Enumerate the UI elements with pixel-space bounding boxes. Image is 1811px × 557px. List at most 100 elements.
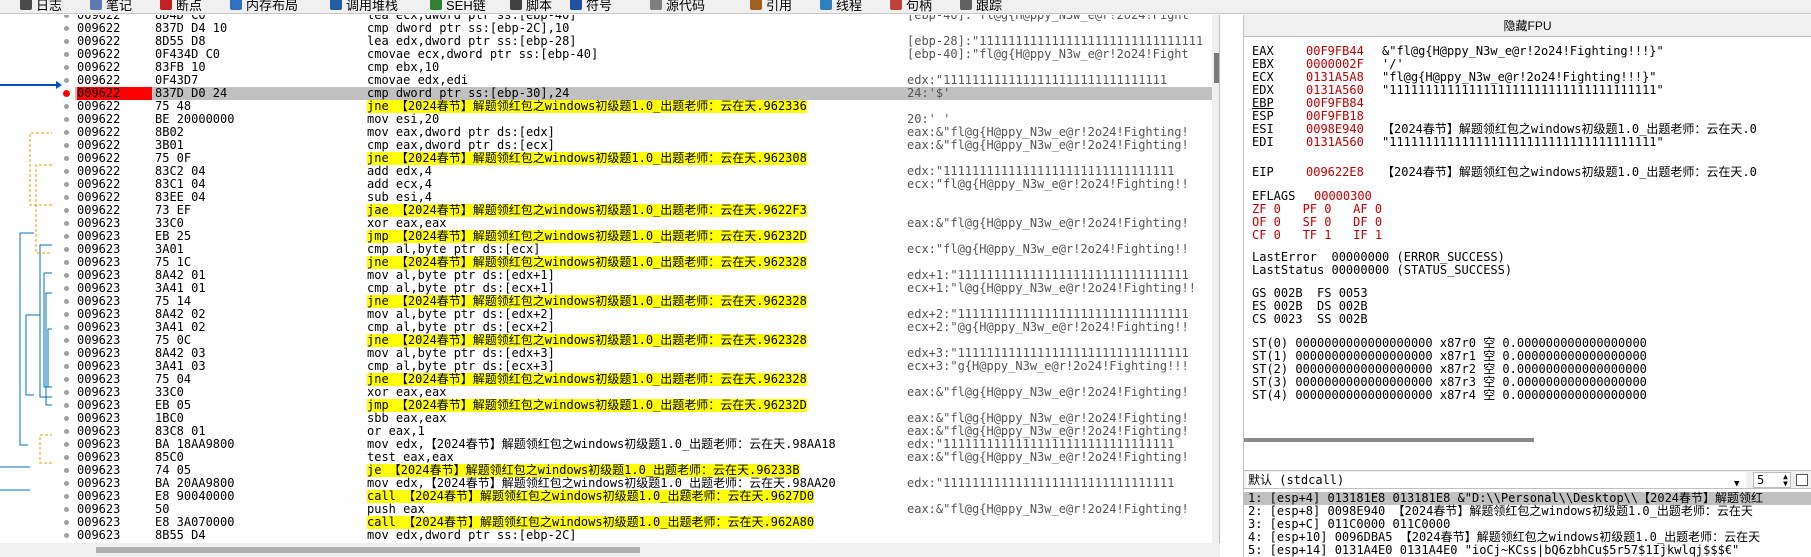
tab-10[interactable]: 线程 xyxy=(820,0,862,13)
register-row-eip[interactable]: EIP 009622E8 【2024春节】解题领红包之windows初级题1.0_出… xyxy=(1252,166,1757,179)
disasm-row[interactable]: 009622 8D55 D8 lea edx,dword ptr ss:[ebp-2… xyxy=(64,35,1219,48)
disasm-row[interactable]: 009623 83C8 01 or eax,1 eax:&"fl@g{H@ppy_N3… xyxy=(64,425,1219,438)
disasm-row[interactable]: 009623 3A41 01 cmp al,byte ptr ds:[ecx+1] e… xyxy=(64,282,1219,295)
toggle-fpu-button[interactable]: 隐藏FPU xyxy=(1244,15,1811,37)
breakpoint-dot[interactable] xyxy=(63,90,70,97)
breakpoint-dot[interactable] xyxy=(64,247,69,252)
breakpoint-dot[interactable] xyxy=(64,429,69,434)
breakpoint-dot[interactable] xyxy=(64,325,69,330)
tab-7[interactable]: 符号 xyxy=(570,0,612,13)
breakpoint-dot[interactable] xyxy=(64,221,69,226)
breakpoint-dot[interactable] xyxy=(64,130,69,135)
disasm-row[interactable]: 009623 75 0C jne 【2024春节】解题领红包之windows初级题1… xyxy=(64,334,1219,347)
breakpoint-dot[interactable] xyxy=(64,65,69,70)
disasm-row[interactable]: 009623 EB 05 jmp 【2024春节】解题领红包之windows初级题1… xyxy=(64,399,1219,412)
breakpoint-dot[interactable] xyxy=(64,377,69,382)
breakpoint-dot[interactable] xyxy=(64,481,69,486)
disasm-row[interactable]: 009623 8B55 D4 mov edx,dword ptr ss:[ebp-2… xyxy=(64,529,1219,542)
breakpoint-dot[interactable] xyxy=(64,286,69,291)
register-row[interactable]: EDI 0131A560 "1111111111111111111111111111… xyxy=(1252,136,1664,149)
breakpoint-dot[interactable] xyxy=(64,533,69,538)
disasm-row[interactable]: 009622 837D D0 24 cmp dword ptr ss:[ebp-30… xyxy=(63,87,1219,100)
breakpoint-dot[interactable] xyxy=(64,26,69,31)
disassembly-scrollbar[interactable] xyxy=(1212,15,1219,543)
breakpoint-dot[interactable] xyxy=(64,52,69,57)
disasm-row[interactable]: 009623 8A42 02 mov al,byte ptr ds:[edx+2] e… xyxy=(64,308,1219,321)
breakpoint-dot[interactable] xyxy=(64,78,69,83)
breakpoint-dot[interactable] xyxy=(64,312,69,317)
disasm-row[interactable]: 009623 8A42 03 mov al,byte ptr ds:[edx+3] e… xyxy=(64,347,1219,360)
breakpoint-dot[interactable] xyxy=(64,364,69,369)
tab-12[interactable]: 跟踪 xyxy=(960,0,1002,13)
disasm-row[interactable]: 009623 75 04 jne 【2024春节】解题领红包之windows初级题1… xyxy=(64,373,1219,386)
disasm-row[interactable]: 009623 BA 18AA9800 mov edx,【2024春节】解题领红包之w… xyxy=(64,438,1219,451)
disasm-row[interactable]: 009622 8B02 mov eax,dword ptr ds:[edx] eax:… xyxy=(64,126,1219,139)
disasm-row[interactable]: 009622 83FB 10 cmp ebx,10 xyxy=(64,61,1219,74)
disasm-row[interactable]: 009623 74 05 je 【2024春节】解题领红包之windows初级题1.… xyxy=(64,464,1219,477)
disasm-row[interactable]: 009623 3A01 cmp al,byte ptr ds:[ecx] ecx:"f… xyxy=(64,243,1219,256)
calling-convention-select[interactable]: 默认 (stdcall) ▼ xyxy=(1246,472,1746,489)
disasm-row[interactable]: 009622 73 EF jae 【2024春节】解题领红包之windows初级题1… xyxy=(64,204,1219,217)
disasm-row[interactable]: 009622 75 0F jne 【2024春节】解题领红包之windows初级题1… xyxy=(64,152,1219,165)
breakpoint-dot[interactable] xyxy=(64,208,69,213)
disasm-row[interactable]: 009623 E8 3A070000 call 【2024春节】解题领红包之wind… xyxy=(64,516,1219,529)
disasm-row[interactable]: 009623 3A41 02 cmp al,byte ptr ds:[ecx+2] e… xyxy=(64,321,1219,334)
disasm-row[interactable]: 009623 EB 25 jmp 【2024春节】解题领红包之windows初级题1… xyxy=(64,230,1219,243)
breakpoint-dot[interactable] xyxy=(64,117,69,122)
breakpoint-dot[interactable] xyxy=(64,442,69,447)
breakpoint-dot[interactable] xyxy=(64,390,69,395)
breakpoint-dot[interactable] xyxy=(64,234,69,239)
register-value[interactable]: 0131A560 xyxy=(1306,136,1382,149)
disasm-row[interactable]: 009623 75 1C jne 【2024春节】解题领红包之windows初级题1… xyxy=(64,256,1219,269)
tab-6[interactable]: 脚本 xyxy=(510,0,552,13)
tab-8[interactable]: 源代码 xyxy=(650,0,705,13)
argument-list[interactable]: 1: [esp+4] 013181E8 013181E8 &"D:\\Perso… xyxy=(1244,491,1811,557)
breakpoint-dot[interactable] xyxy=(64,494,69,499)
tab-1[interactable]: 笔记 xyxy=(90,0,132,13)
disasm-row[interactable]: 009622 83EE 04 sub esi,4 xyxy=(64,191,1219,204)
disasm-row[interactable]: 009622 83C1 04 add ecx,4 ecx:"fl@g{H@ppy_N3… xyxy=(64,178,1219,191)
breakpoint-dot[interactable] xyxy=(64,156,69,161)
lock-checkbox[interactable] xyxy=(1796,474,1808,486)
tab-11[interactable]: 句柄 xyxy=(890,0,932,13)
disasm-row[interactable]: 009623 85C0 test eax,eax eax:&"fl@g{H@ppy_N… xyxy=(64,451,1219,464)
disasm-row[interactable]: 009622 0F434D C0 cmovae ecx,dword ptr ss:[… xyxy=(64,48,1219,61)
disasm-row[interactable]: 009622 75 48 jne 【2024春节】解题领红包之windows初级题1… xyxy=(64,100,1219,113)
tab-4[interactable]: 调用堆栈 xyxy=(330,0,398,13)
breakpoint-dot[interactable] xyxy=(64,104,69,109)
tab-3[interactable]: 内存布局 xyxy=(230,0,298,13)
disasm-row[interactable]: 009623 8A42 01 mov al,byte ptr ds:[edx+1] e… xyxy=(64,269,1219,282)
disasm-row[interactable]: 009622 837D D4 10 cmp dword ptr ss:[ebp-2C… xyxy=(64,22,1219,35)
tab-9[interactable]: 引用 xyxy=(750,0,792,13)
breakpoint-dot[interactable] xyxy=(64,169,69,174)
disasm-row[interactable]: 009622 8D4D C0 lea ecx,dword ptr ss:[ebp-4… xyxy=(64,15,1219,22)
breakpoint-dot[interactable] xyxy=(64,403,69,408)
breakpoint-dot[interactable] xyxy=(64,299,69,304)
breakpoint-dot[interactable] xyxy=(64,455,69,460)
breakpoint-dot[interactable] xyxy=(64,260,69,265)
disasm-row[interactable]: 009622 BE 20000000 mov esi,20 20:' ' xyxy=(64,113,1219,126)
disasm-row[interactable]: 009623 3A41 03 cmp al,byte ptr ds:[ecx+3] e… xyxy=(64,360,1219,373)
disasm-row[interactable]: 009623 50 push eax eax:&"fl@g{H@ppy_N3w_e@r… xyxy=(64,503,1219,516)
disasm-row[interactable]: 009623 E8 90040000 call 【2024春节】解题领红包之wind… xyxy=(64,490,1219,503)
breakpoint-dot[interactable] xyxy=(64,182,69,187)
arg-count-stepper[interactable]: 5 ▲ ▼ xyxy=(1753,472,1791,488)
register-value[interactable]: 009622E8 xyxy=(1306,166,1382,179)
breakpoint-dot[interactable] xyxy=(64,351,69,356)
breakpoint-dot[interactable] xyxy=(64,507,69,512)
tab-5[interactable]: SEH链 xyxy=(430,0,486,13)
tab-2[interactable]: 断点 xyxy=(160,0,202,13)
disasm-row[interactable]: 009623 33C0 xor eax,eax eax:&"fl@g{H@ppy_N3… xyxy=(64,217,1219,230)
register-hscrollbar[interactable] xyxy=(1244,436,1811,444)
breakpoint-dot[interactable] xyxy=(64,520,69,525)
tab-0[interactable]: 日志 xyxy=(20,0,62,13)
breakpoint-dot[interactable] xyxy=(64,468,69,473)
breakpoint-dot[interactable] xyxy=(64,39,69,44)
disasm-row[interactable]: 009622 3B01 cmp eax,dword ptr ds:[ecx] eax:… xyxy=(64,139,1219,152)
disasm-row[interactable]: 009623 BA 20AA9800 mov edx,【2024春节】解题领红包之w… xyxy=(64,477,1219,490)
breakpoint-dot[interactable] xyxy=(64,143,69,148)
breakpoint-dot[interactable] xyxy=(64,195,69,200)
disasm-row[interactable]: 009623 1BC0 sbb eax,eax eax:&"fl@g{H@ppy_N3… xyxy=(64,412,1219,425)
argument-row[interactable]: 5: [esp+14] 0131A4E0 0131A4E0 "ioCj~KCss… xyxy=(1248,544,1739,557)
disassembly-view[interactable]: 009622 8D4D C0 lea ecx,dword ptr ss:[ebp-4… xyxy=(0,15,1220,543)
